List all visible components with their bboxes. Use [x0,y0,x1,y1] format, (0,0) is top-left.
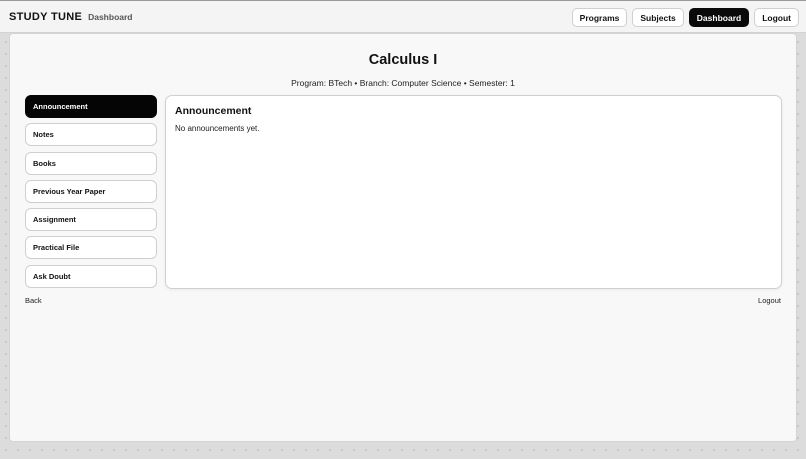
top-bar: STUDY TUNE Dashboard Programs Subjects D… [0,0,806,33]
sidebar-item-previous-year-paper[interactable]: Previous Year Paper [25,179,157,203]
nav-dashboard-button[interactable]: Dashboard [688,8,750,27]
sidebar-item-books[interactable]: Books [25,151,157,175]
subject-meta: Program: BTech • Branch: Computer Scienc… [291,78,515,88]
nav-logout-button[interactable]: Logout [754,8,799,27]
content-panel: Announcement No announcements yet. [165,95,782,289]
back-link[interactable]: Back [25,296,42,305]
sidebar-item-ask-doubt[interactable]: Ask Doubt [25,264,157,288]
nav-subjects-button[interactable]: Subjects [632,8,684,27]
subject-card: Calculus I Program: BTech • Branch: Comp… [9,33,797,442]
brand-logo[interactable]: STUDY TUNE [9,11,82,23]
top-nav: Programs Subjects Dashboard Logout [571,8,799,27]
nav-programs-button[interactable]: Programs [571,8,628,27]
sidebar-item-assignment[interactable]: Assignment [25,208,157,232]
section-sidebar: Announcement Notes Books Previous Year P… [25,95,157,293]
subject-title: Calculus I [368,52,438,68]
sidebar-item-notes[interactable]: Notes [25,123,157,147]
sidebar-item-announcement[interactable]: Announcement [25,95,157,118]
page-subtitle: Dashboard [88,12,133,22]
panel-title: Announcement [175,105,252,117]
panel-empty-message: No announcements yet. [175,124,260,133]
footer-logout-link[interactable]: Logout [758,296,781,305]
sidebar-item-practical-file[interactable]: Practical File [25,236,157,260]
